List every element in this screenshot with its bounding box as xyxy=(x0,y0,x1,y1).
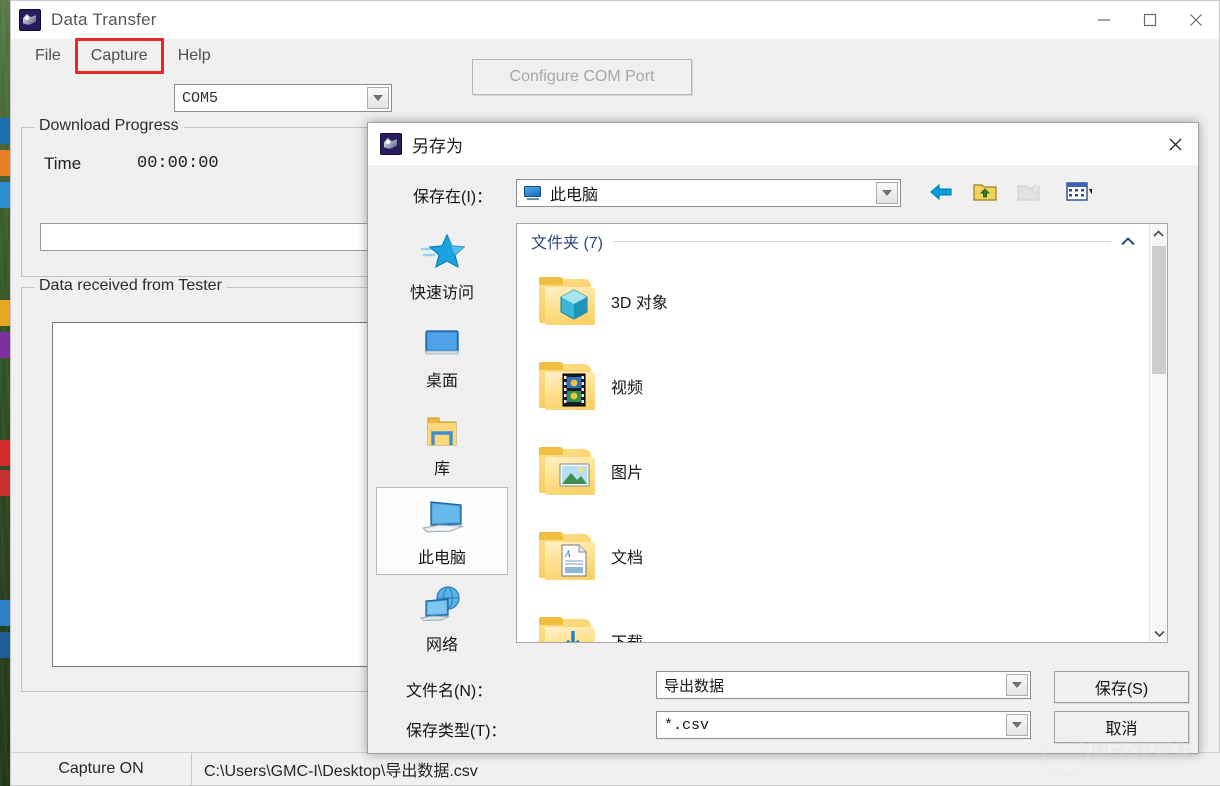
file-list-item[interactable]: 下载 xyxy=(517,598,1167,643)
minimize-icon[interactable] xyxy=(1081,1,1127,39)
place-item-network[interactable]: 网络 xyxy=(376,575,508,663)
photo-glyph xyxy=(559,462,590,487)
network-icon xyxy=(418,581,466,627)
library-folder-icon xyxy=(419,405,465,451)
filetype-select[interactable]: *.csv xyxy=(656,711,1031,739)
file-group-label: 文件夹 (7) xyxy=(531,235,604,252)
look-in-value: 此电脑 xyxy=(550,187,599,204)
filetype-value: *.csv xyxy=(664,716,710,734)
menu-item-capture-wrapper: Capture xyxy=(74,38,164,74)
app-icon xyxy=(19,9,41,31)
back-icon[interactable] xyxy=(924,177,958,207)
place-item-libraries[interactable]: 库 xyxy=(376,399,508,487)
scroll-down-icon[interactable] xyxy=(1150,624,1167,642)
file-group-header[interactable]: 文件夹 (7) xyxy=(517,224,1167,258)
file-name: 3D 对象 xyxy=(611,294,668,312)
filetype-label: 保存类型(T)： xyxy=(406,723,507,740)
dialog-titlebar: 另存为 xyxy=(368,123,1198,166)
save-button[interactable]: 保存(S) xyxy=(1054,671,1189,703)
file-list[interactable]: 文件夹 (7) 3D 对象 视频 图片 A 文档 下载 xyxy=(516,223,1168,643)
folder-downloads-icon xyxy=(539,616,595,642)
computer-icon xyxy=(523,185,543,201)
time-label: Time xyxy=(44,154,82,173)
menu-item-file[interactable]: File xyxy=(23,42,73,70)
place-label: 网络 xyxy=(425,637,458,654)
file-name: 下载 xyxy=(611,634,644,643)
time-value: 00:00:00 xyxy=(137,154,219,173)
maximize-icon[interactable] xyxy=(1127,1,1173,39)
film-glyph xyxy=(562,373,586,406)
download-progress-bar xyxy=(40,223,385,251)
dialog-form: 文件名(N)： 导出数据 保存(S) 保存类型(T)： *.csv 取消 xyxy=(368,663,1200,753)
filename-input[interactable]: 导出数据 xyxy=(656,671,1031,699)
file-name: 文档 xyxy=(611,549,644,567)
place-item-desktop[interactable]: 桌面 xyxy=(376,311,508,399)
menu-item-help[interactable]: Help xyxy=(166,42,223,70)
window-titlebar: Data Transfer xyxy=(11,1,1219,39)
cancel-button[interactable]: 取消 xyxy=(1054,711,1189,743)
place-label: 库 xyxy=(433,461,450,478)
file-name: 图片 xyxy=(611,464,644,482)
computer-icon xyxy=(417,494,467,540)
com-port-select[interactable]: COM5 xyxy=(174,84,392,112)
document-glyph: A xyxy=(561,543,587,577)
cube-glyph xyxy=(560,288,588,320)
folder-documents-icon: A xyxy=(539,531,595,580)
look-in-select[interactable]: 此电脑 xyxy=(516,179,901,207)
scroll-up-icon[interactable] xyxy=(1150,224,1167,242)
data-received-legend: Data received from Tester xyxy=(34,277,227,295)
chevron-up-icon[interactable] xyxy=(1121,234,1135,248)
dialog-title: 另存为 xyxy=(412,136,463,156)
place-item-this-pc[interactable]: 此电脑 xyxy=(376,487,508,575)
file-list-item[interactable]: 3D 对象 xyxy=(517,258,1167,343)
download-glyph xyxy=(565,630,581,642)
dialog-app-icon xyxy=(380,133,402,155)
data-received-group: Data received from Tester xyxy=(21,277,387,692)
file-list-item[interactable]: A 文档 xyxy=(517,513,1167,598)
scrollbar-thumb[interactable] xyxy=(1152,246,1166,374)
window-controls xyxy=(1081,1,1219,39)
save-as-dialog: 另存为 保存在(I)： 此电脑 快速访问 桌面 库 此电脑 网络 文件夹 (7)… xyxy=(367,122,1199,754)
download-progress-legend: Download Progress xyxy=(34,117,184,135)
star-icon xyxy=(419,229,465,275)
folder-videos-icon xyxy=(539,361,595,410)
file-list-scrollbar[interactable] xyxy=(1149,224,1167,642)
look-in-label: 保存在(I)： xyxy=(413,189,493,206)
configure-com-port-button[interactable]: Configure COM Port xyxy=(472,59,692,95)
chevron-down-icon[interactable] xyxy=(1006,674,1028,696)
statusbar: Capture ON C:\Users\GMC-I\Desktop\导出数据.c… xyxy=(11,752,1220,785)
chevron-down-icon[interactable] xyxy=(876,182,898,204)
place-label: 此电脑 xyxy=(417,550,466,567)
file-name: 视频 xyxy=(611,379,644,397)
file-list-item[interactable]: 图片 xyxy=(517,428,1167,513)
dialog-toolbar xyxy=(924,177,1102,207)
place-label: 快速访问 xyxy=(409,285,474,302)
com-port-value: COM5 xyxy=(182,89,219,107)
dialog-close-icon[interactable] xyxy=(1152,123,1198,165)
place-label: 桌面 xyxy=(425,373,458,390)
svg-text:A: A xyxy=(564,549,571,559)
menu-item-capture[interactable]: Capture xyxy=(74,38,164,74)
filename-label: 文件名(N)： xyxy=(406,683,493,700)
status-file-path: C:\Users\GMC-I\Desktop\导出数据.csv xyxy=(204,763,478,780)
up-folder-icon[interactable] xyxy=(968,177,1002,207)
look-in-row: 保存在(I)： 此电脑 xyxy=(368,171,1200,215)
desktop-icon xyxy=(419,317,465,363)
chevron-down-icon[interactable] xyxy=(1006,714,1028,736)
new-folder-icon xyxy=(1012,177,1046,207)
place-item-quick-access[interactable]: 快速访问 xyxy=(376,223,508,311)
window-title: Data Transfer xyxy=(51,10,157,29)
data-received-textarea[interactable] xyxy=(52,322,387,667)
folder-pictures-icon xyxy=(539,446,595,495)
group-divider xyxy=(613,240,1111,242)
download-progress-group: Download Progress Time 00:00:00 xyxy=(21,117,385,277)
close-icon[interactable] xyxy=(1173,1,1219,39)
folder-3d-object-icon xyxy=(539,276,595,325)
views-icon[interactable] xyxy=(1056,177,1102,207)
file-list-item[interactable]: 视频 xyxy=(517,343,1167,428)
chevron-down-icon[interactable] xyxy=(367,87,389,109)
filename-value: 导出数据 xyxy=(664,677,725,695)
status-capture: Capture ON xyxy=(11,753,192,785)
